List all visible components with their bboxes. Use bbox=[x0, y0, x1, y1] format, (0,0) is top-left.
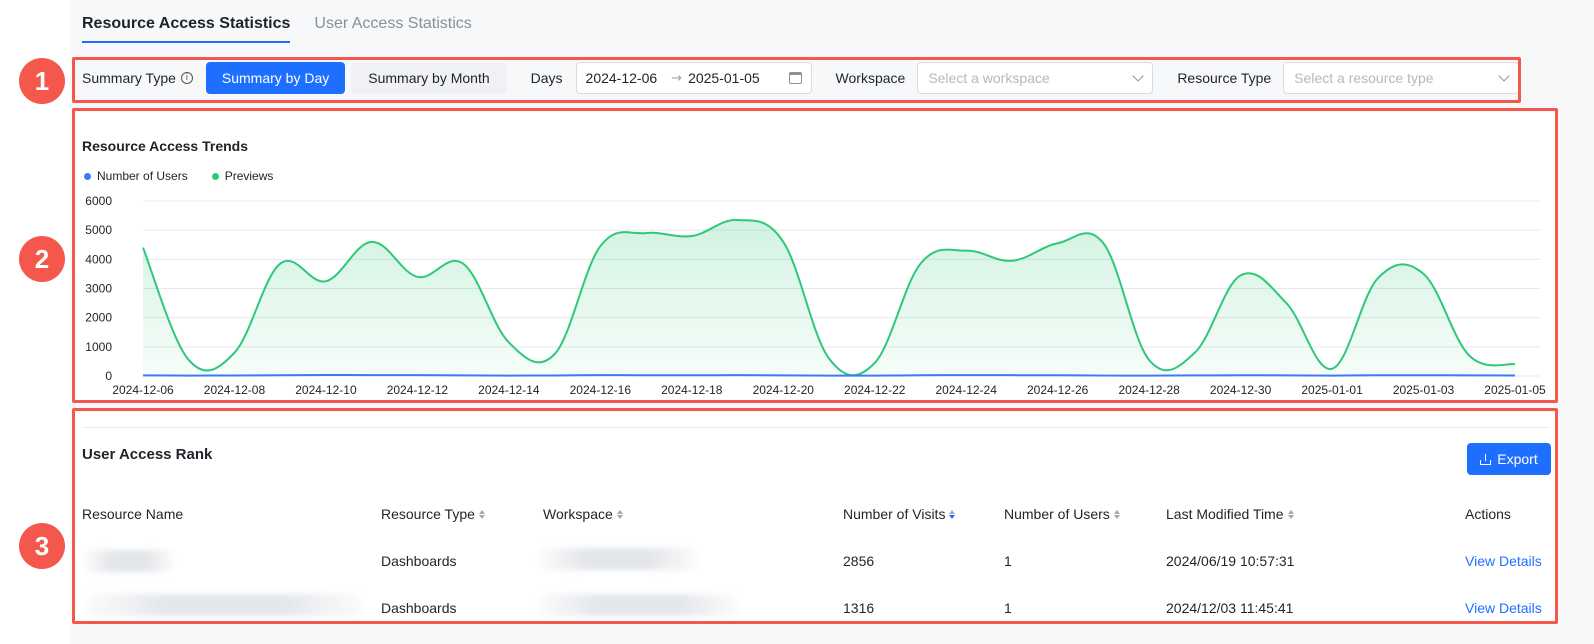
annotation-box-1 bbox=[72, 57, 1521, 103]
annotation-box-3 bbox=[72, 408, 1558, 624]
annotation-marker-1: 1 bbox=[19, 58, 65, 104]
annotation-marker-2: 2 bbox=[19, 236, 65, 282]
tab-bar: Resource Access Statistics User Access S… bbox=[82, 0, 472, 44]
tab-resource-access-statistics[interactable]: Resource Access Statistics bbox=[82, 0, 291, 44]
annotation-box-2 bbox=[72, 108, 1558, 403]
tab-user-access-statistics[interactable]: User Access Statistics bbox=[314, 0, 471, 44]
annotation-marker-3: 3 bbox=[19, 523, 65, 569]
